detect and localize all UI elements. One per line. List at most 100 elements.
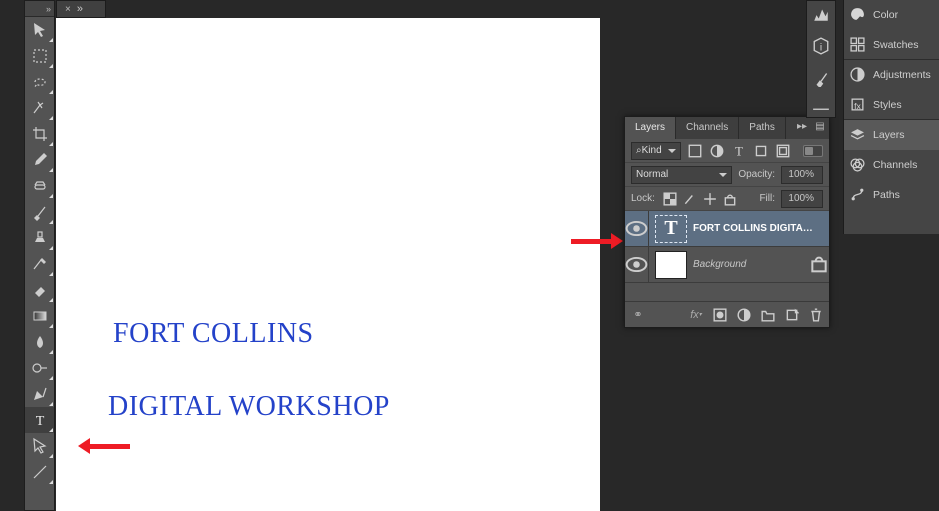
tab-paths[interactable]: Paths [739, 117, 786, 139]
blend-mode-value: Normal [636, 169, 668, 180]
lock-paint-icon[interactable] [683, 192, 697, 206]
layer-mask-icon[interactable] [713, 308, 727, 322]
layer-thumbnail-text: T [655, 215, 687, 243]
history-brush-tool[interactable] [25, 251, 54, 277]
layers-panel-footer: ⚭ fx▾ [625, 301, 829, 327]
panel-tab-label: Color [873, 9, 898, 21]
pen-tool[interactable] [25, 381, 54, 407]
lock-all-icon[interactable] [723, 192, 737, 206]
submenu-indicator [49, 64, 53, 68]
brush-panel-icon[interactable] [812, 69, 830, 87]
info-icon[interactable]: i [812, 37, 830, 55]
crop-tool[interactable] [25, 121, 54, 147]
path-select-tool[interactable] [25, 433, 54, 459]
filter-kind-dropdown[interactable]: ⌕ Kind [631, 142, 681, 160]
tools-expand-icon[interactable]: » [46, 4, 52, 14]
visibility-toggle[interactable] [625, 247, 649, 283]
panel-menu-icon[interactable]: ▤ [813, 121, 827, 135]
lock-transparent-icon[interactable] [663, 192, 677, 206]
layer-row-background[interactable]: Background [625, 247, 829, 283]
quick-select-tool[interactable] [25, 95, 54, 121]
panel-tab-styles[interactable]: fx Styles [844, 90, 939, 120]
submenu-indicator [49, 142, 53, 146]
submenu-indicator [49, 350, 53, 354]
filter-toggle-switch[interactable] [803, 145, 823, 157]
lasso-tool[interactable] [25, 69, 54, 95]
panel-tab-paths[interactable]: Paths [844, 180, 939, 210]
lock-label: Lock: [631, 193, 655, 204]
lock-position-icon[interactable] [703, 192, 717, 206]
document-canvas[interactable]: Fort Collins Digital Workshop [56, 18, 600, 511]
layer-row-text[interactable]: T FORT COLLINS DIGITA… [625, 211, 829, 247]
fill-value: 100% [788, 193, 814, 204]
svg-text:T: T [735, 144, 743, 158]
blur-tool[interactable] [25, 329, 54, 355]
submenu-indicator [49, 220, 53, 224]
histogram-icon[interactable] [812, 5, 830, 23]
adjustment-layer-icon[interactable] [737, 308, 751, 322]
blend-mode-dropdown[interactable]: Normal [631, 166, 732, 184]
clone-stamp-tool[interactable] [25, 225, 54, 251]
document-tab[interactable]: × » [56, 0, 106, 18]
submenu-indicator [49, 324, 53, 328]
opacity-value: 100% [788, 169, 814, 180]
submenu-indicator [49, 480, 53, 484]
line-tool[interactable] [25, 459, 54, 485]
annotation-arrow-layer [571, 233, 623, 249]
marquee-tool[interactable] [25, 43, 54, 69]
svg-text:T: T [35, 414, 44, 429]
brush-tool[interactable] [25, 199, 54, 225]
blend-opacity-row: Normal Opacity: 100% [625, 163, 829, 187]
link-layers-icon[interactable]: ⚭ [631, 308, 645, 322]
layer-filter-row: ⌕ Kind T [625, 139, 829, 163]
submenu-indicator [49, 246, 53, 250]
canvas-text-layer[interactable]: Fort Collins Digital Workshop [68, 280, 390, 498]
close-tab-icon[interactable]: × [65, 4, 71, 15]
filter-shape-icon[interactable] [753, 143, 769, 159]
panel-tab-swatches[interactable]: Swatches [844, 30, 939, 60]
filter-smart-icon[interactable] [775, 143, 791, 159]
move-tool[interactable] [25, 17, 54, 43]
submenu-indicator [49, 272, 53, 276]
lock-fill-row: Lock: Fill: 100% [625, 187, 829, 211]
filter-pixel-icon[interactable] [687, 143, 703, 159]
layers-panel-tabs: Layers Channels Paths ▸▸ ▤ [625, 117, 829, 139]
layer-name[interactable]: FORT COLLINS DIGITA… [693, 223, 829, 234]
group-icon[interactable] [761, 308, 775, 322]
panel-tab-label: Channels [873, 159, 917, 171]
tab-channels[interactable]: Channels [676, 117, 739, 139]
panel-tab-color[interactable]: Color [844, 0, 939, 30]
right-panel-dock: Color Swatches Adjustments fx Styles Lay… [843, 0, 939, 234]
opacity-value-field[interactable]: 100% [781, 166, 823, 184]
fill-value-field[interactable]: 100% [781, 190, 823, 208]
submenu-indicator [49, 454, 53, 458]
options-mini-bar: i [806, 0, 836, 118]
panel-tab-channels[interactable]: Channels [844, 150, 939, 180]
layer-fx-icon[interactable]: fx▾ [689, 308, 703, 322]
panel-tab-layers[interactable]: Layers [844, 120, 939, 150]
dodge-tool[interactable] [25, 355, 54, 381]
new-layer-icon[interactable] [785, 308, 799, 322]
eyedropper-tool[interactable] [25, 147, 54, 173]
panel-tab-label: Adjustments [873, 69, 931, 81]
trash-icon[interactable] [809, 308, 823, 322]
text-line-1: Fort Collins [113, 318, 314, 349]
filter-adjust-icon[interactable] [709, 143, 725, 159]
layer-name[interactable]: Background [693, 259, 809, 270]
eraser-tool[interactable] [25, 277, 54, 303]
submenu-indicator [49, 298, 53, 302]
submenu-indicator [49, 402, 53, 406]
submenu-indicator [49, 168, 53, 172]
gradient-tool[interactable] [25, 303, 54, 329]
layers-panel: Layers Channels Paths ▸▸ ▤ ⌕ Kind T Norm… [624, 116, 830, 328]
healing-brush-tool[interactable] [25, 173, 54, 199]
panel-collapse-icon[interactable]: ▸▸ [795, 121, 809, 135]
tools-panel-header[interactable]: » [25, 1, 54, 17]
filter-type-icon[interactable]: T [731, 143, 747, 159]
layer-thumbnail-bg [655, 251, 687, 279]
tab-layers[interactable]: Layers [625, 117, 676, 139]
visibility-toggle[interactable] [625, 211, 649, 247]
divider-icon [812, 101, 830, 117]
type-tool[interactable]: T [25, 407, 54, 433]
panel-tab-adjustments[interactable]: Adjustments [844, 60, 939, 90]
